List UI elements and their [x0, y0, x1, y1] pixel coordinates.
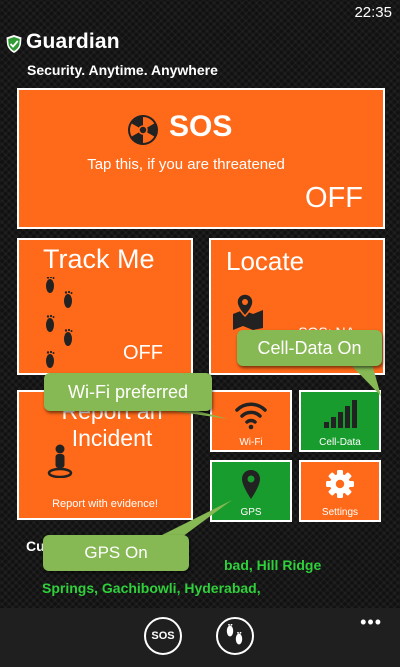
current-location-line2: Springs, Gachibowli, Hyderabad,: [42, 580, 261, 596]
radiation-icon: [128, 115, 158, 145]
location-pin-icon: [242, 470, 260, 499]
current-location-label: Cu: [26, 538, 45, 554]
sos-appbar-button[interactable]: SOS: [144, 617, 182, 655]
footprints-icon: [46, 277, 73, 368]
shield-logo-icon: [6, 35, 22, 53]
person-on-spot-icon: [47, 444, 73, 478]
cell-data-tile[interactable]: Cell-Data: [299, 390, 381, 452]
wifi-icon: [235, 402, 267, 430]
settings-label: Settings: [321, 507, 359, 518]
cell-data-label: Cell-Data: [319, 437, 361, 448]
signal-bars-icon: [324, 400, 357, 428]
app-bar: SOS •••: [0, 608, 400, 667]
report-subtitle: Report with evidence!: [52, 498, 158, 510]
track-me-tile[interactable]: Track Me OFF: [17, 238, 193, 375]
app-title: Guardian: [26, 30, 120, 53]
settings-tile[interactable]: Settings: [299, 460, 381, 522]
sos-tile[interactable]: SOS Tap this, if you are threatened OFF: [17, 88, 385, 229]
sos-state: OFF: [305, 182, 363, 214]
locate-title: Locate: [226, 246, 305, 276]
map-pin-icon: [233, 293, 263, 330]
track-me-title: Track Me: [43, 244, 155, 274]
wifi-callout: Wi-Fi preferred: [44, 373, 212, 411]
sos-title: SOS: [169, 110, 233, 143]
gps-callout: GPS On: [43, 535, 189, 571]
wifi-tile[interactable]: Wi-Fi: [210, 390, 292, 452]
sos-subtitle: Tap this, if you are threatened: [87, 156, 285, 173]
track-appbar-button[interactable]: [216, 617, 254, 655]
track-me-state: OFF: [123, 342, 163, 364]
more-options-button[interactable]: •••: [360, 612, 382, 633]
gps-tile[interactable]: GPS: [210, 460, 292, 522]
sos-appbar-label: SOS: [151, 630, 175, 642]
current-location-line1: bad, Hill Ridge: [224, 557, 322, 573]
gear-icon: [326, 470, 354, 498]
wifi-label: Wi-Fi: [239, 437, 263, 448]
footprints-icon: [226, 624, 243, 645]
app-tagline: Security. Anytime. Anywhere: [27, 62, 218, 78]
gps-label: GPS: [240, 507, 262, 518]
cell-data-callout: Cell-Data On: [237, 330, 382, 366]
status-time: 22:35: [354, 4, 392, 21]
